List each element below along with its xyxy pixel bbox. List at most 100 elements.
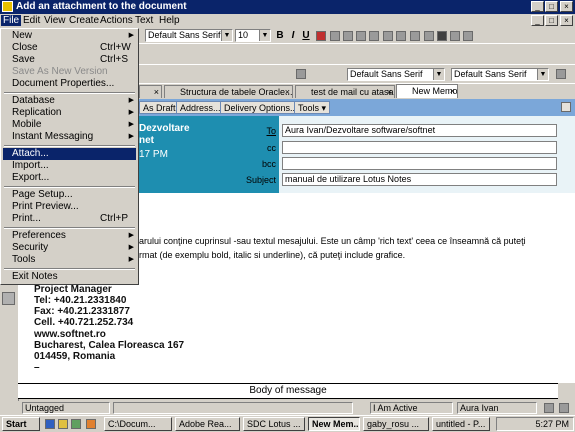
bcc-field[interactable] — [282, 157, 557, 170]
chevron-down-icon[interactable]: ▼ — [221, 30, 232, 41]
menu-item-import[interactable]: Import... — [3, 160, 136, 172]
style-combo-1[interactable]: Default Sans Serif ▼ — [347, 68, 445, 81]
doc-close-button[interactable]: × — [560, 15, 573, 26]
numbering-icon[interactable] — [369, 31, 379, 41]
menu-item-new[interactable]: New ▶ — [3, 30, 136, 42]
menu-item-preferences[interactable]: Preferences ▶ — [3, 230, 136, 242]
style-combo-2-value: Default Sans Serif — [454, 69, 527, 79]
menu-item-security[interactable]: Security ▶ — [3, 242, 136, 254]
task-button[interactable]: Adobe Rea... — [175, 417, 240, 431]
font-combo[interactable]: Default Sans Serif ▼ — [145, 29, 233, 42]
doc-minimize-button[interactable]: _ — [531, 15, 544, 26]
italic-button[interactable]: I — [287, 30, 299, 42]
align-left-icon[interactable] — [330, 31, 340, 41]
tab-partial[interactable]: × — [139, 85, 162, 98]
menu-item-replication[interactable]: Replication ▶ — [3, 107, 136, 119]
clock[interactable]: 5:27 PM — [535, 419, 569, 429]
tools-button[interactable]: Tools ▾ — [294, 101, 331, 114]
minimize-button[interactable]: _ — [531, 1, 544, 12]
spell-check-icon[interactable] — [450, 31, 460, 41]
task-button[interactable]: SDC Lotus ... — [243, 417, 305, 431]
menu-item-exit-notes[interactable]: Exit Notes — [3, 271, 136, 283]
underline-button[interactable]: U — [300, 30, 312, 42]
attach-file-icon[interactable] — [410, 31, 420, 41]
cc-field[interactable] — [282, 141, 557, 154]
menu-edit[interactable]: Edit — [23, 15, 40, 26]
signature-line: Project Manager — [34, 284, 112, 295]
task-button[interactable]: untitled - P... — [432, 417, 490, 431]
task-button[interactable]: gaby_rosu ... — [363, 417, 429, 431]
online-status[interactable]: I Am Active — [370, 402, 453, 414]
menu-item-print[interactable]: Print... Ctrl+P — [3, 213, 136, 225]
start-button[interactable]: Start — [2, 417, 40, 431]
menu-view[interactable]: View — [44, 15, 66, 26]
to-label[interactable]: To — [242, 126, 276, 136]
table-icon[interactable] — [424, 31, 434, 41]
close-tab-icon[interactable]: × — [154, 86, 159, 98]
menu-item-export[interactable]: Export... — [3, 172, 136, 184]
title-bar[interactable]: Add an attachment to the document _ □ × — [0, 0, 575, 14]
bold-button[interactable]: B — [274, 30, 286, 42]
menu-item-label: Import... — [12, 160, 49, 171]
menu-item-attach[interactable]: Attach... — [3, 148, 136, 160]
menu-help[interactable]: Help — [159, 15, 180, 26]
chevron-down-icon[interactable]: ▼ — [259, 30, 270, 41]
window-title: Add an attachment to the document — [16, 1, 187, 12]
mail-icon[interactable] — [544, 403, 554, 413]
location-user[interactable]: Aura Ivan — [457, 402, 537, 414]
ie-icon[interactable] — [45, 419, 55, 429]
menu-text[interactable]: Text — [135, 15, 153, 26]
menu-item-database[interactable]: Database ▶ — [3, 95, 136, 107]
chevron-down-icon[interactable]: ▼ — [433, 69, 444, 80]
save-as-draft-button[interactable]: As Draft — [139, 101, 180, 114]
menu-item-save[interactable]: Save Ctrl+S — [3, 54, 136, 66]
align-right-icon[interactable] — [343, 31, 353, 41]
app-icon[interactable] — [86, 419, 96, 429]
menu-item-page-setup[interactable]: Page Setup... — [3, 189, 136, 201]
address-button[interactable]: Address... — [176, 101, 225, 114]
desktop-icon[interactable] — [71, 419, 81, 429]
doc-restore-button[interactable]: □ — [545, 15, 558, 26]
action-bar-scroll-icon[interactable] — [561, 102, 571, 112]
folder-icon[interactable] — [58, 419, 68, 429]
to-field[interactable]: Aura Ivan/Dezvoltare software/softnet — [282, 124, 557, 137]
menu-item-close[interactable]: Close Ctrl+W — [3, 42, 136, 54]
menu-item-mobile[interactable]: Mobile ▶ — [3, 119, 136, 131]
menu-item-document-properties[interactable]: Document Properties... — [3, 78, 136, 90]
menu-file[interactable]: File — [1, 15, 22, 26]
bookmark-icon[interactable] — [2, 292, 15, 305]
maximize-button[interactable]: □ — [545, 1, 558, 12]
find-icon[interactable] — [437, 31, 447, 41]
menu-create[interactable]: Create — [69, 15, 99, 26]
menu-item-tools[interactable]: Tools ▶ — [3, 254, 136, 266]
outdent-icon[interactable] — [396, 31, 406, 41]
lotus-notes-app-icon[interactable] — [2, 1, 13, 12]
subject-field[interactable]: manual de utilizare Lotus Notes — [282, 173, 557, 186]
size-combo[interactable]: 10 ▼ — [235, 29, 271, 42]
text-color-icon[interactable] — [316, 31, 326, 41]
bullets-icon[interactable] — [356, 31, 366, 41]
style-combo-2[interactable]: Default Sans Serif ▼ — [451, 68, 549, 81]
close-button[interactable]: × — [560, 1, 573, 12]
chevron-down-icon[interactable]: ▼ — [537, 69, 548, 80]
task-button[interactable]: C:\Docum... — [104, 417, 172, 431]
close-tab-icon[interactable]: × — [285, 86, 290, 98]
close-tab-icon[interactable]: × — [450, 85, 455, 97]
delivery-options-button[interactable]: Delivery Options... — [220, 101, 302, 114]
toolbar-options-icon[interactable] — [556, 69, 566, 79]
menu-actions[interactable]: Actions — [100, 15, 133, 26]
tab-test-mail[interactable]: test de mail cu atasament × — [295, 85, 395, 98]
menu-item-instant-messaging[interactable]: Instant Messaging ▶ — [3, 131, 136, 143]
close-tab-icon[interactable]: × — [387, 86, 392, 98]
menu-item-label: Exit Notes — [12, 271, 58, 282]
tab-structura[interactable]: Structura de tabele Oracle... × — [164, 85, 293, 98]
menu-item-print-preview[interactable]: Print Preview... — [3, 201, 136, 213]
check-icon[interactable] — [463, 31, 473, 41]
replicator-icon[interactable] — [559, 403, 569, 413]
tab-new-memo[interactable]: New Memo × — [396, 84, 458, 98]
submenu-arrow-icon: ▶ — [128, 256, 134, 263]
indent-icon[interactable] — [383, 31, 393, 41]
tag-status[interactable]: Untagged — [22, 402, 110, 414]
task-button-active[interactable]: New Mem... — [308, 417, 360, 431]
style-icon[interactable] — [296, 69, 306, 79]
